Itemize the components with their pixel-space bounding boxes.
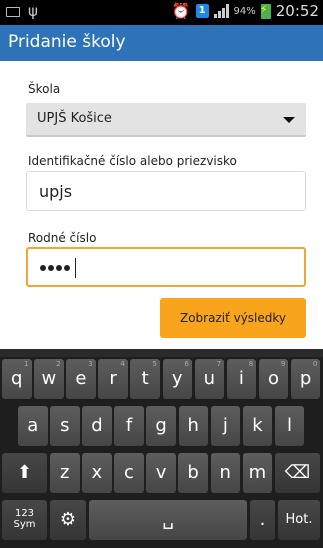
done-key[interactable]: Hot. — [278, 500, 320, 540]
alarm-icon: ⏰ — [171, 2, 191, 20]
shift-key[interactable]: ⬆ — [2, 453, 47, 493]
password-dots — [40, 265, 70, 271]
key-m[interactable]: m — [242, 453, 273, 493]
soft-keyboard: q 1 w 2 e 3 r 4 t 5 y 6 u 7 i 8 o 9 p 0 a s d f g h j k l ⬆ z x c v b n m ⌫ 12… — [0, 349, 323, 548]
key-y[interactable]: y6 — [162, 359, 192, 399]
key-d[interactable]: d — [82, 406, 112, 446]
key-r[interactable]: r4 — [98, 359, 128, 399]
battery-charging-icon — [260, 3, 271, 19]
dropdown-arrow-icon — [283, 117, 295, 123]
key-q[interactable]: q1 — [2, 359, 32, 399]
key-l[interactable]: l — [274, 406, 305, 446]
notification-badge: 1 — [195, 4, 209, 18]
birth-number-label: Rodné číslo — [28, 231, 97, 245]
period-key[interactable]: . — [250, 500, 275, 540]
id-label: Identifikačné číslo alebo priezvisko — [28, 154, 237, 168]
key-z[interactable]: z — [50, 453, 80, 493]
key-j[interactable]: j — [210, 406, 241, 446]
key-w[interactable]: w2 — [34, 359, 64, 399]
school-label: Škola — [28, 82, 61, 96]
id-input[interactable]: upjs — [26, 171, 306, 211]
key-p[interactable]: p0 — [290, 359, 321, 399]
show-results-button[interactable]: Zobraziť výsledky — [160, 298, 306, 338]
key-v[interactable]: v — [146, 453, 176, 493]
usb-icon: ψ — [28, 2, 38, 20]
key-s[interactable]: s — [50, 406, 80, 446]
text-cursor — [75, 258, 76, 278]
symbols-key[interactable]: 123 Sym — [2, 500, 47, 540]
status-bar: ψ ⏰ 1 94% 20:52 — [0, 0, 323, 25]
action-bar: Pridanie školy — [0, 25, 323, 61]
key-h[interactable]: h — [178, 406, 208, 446]
birth-number-input[interactable] — [26, 247, 306, 287]
key-f[interactable]: f — [114, 406, 144, 446]
key-x[interactable]: x — [82, 453, 112, 493]
key-g[interactable]: g — [146, 406, 176, 446]
add-school-form: Škola UPJŠ Košice Identifikačné číslo al… — [0, 61, 323, 349]
school-dropdown-value: UPJŠ Košice — [37, 111, 112, 126]
key-t[interactable]: t5 — [130, 359, 160, 399]
battery-percent: 94% — [233, 5, 256, 17]
key-b[interactable]: b — [178, 453, 208, 493]
id-input-value: upjs — [39, 182, 73, 201]
key-c[interactable]: c — [114, 453, 144, 493]
page-title: Pridanie školy — [8, 32, 126, 52]
key-u[interactable]: u7 — [194, 359, 225, 399]
key-a[interactable]: a — [18, 406, 48, 446]
space-key[interactable]: ␣ — [89, 500, 247, 540]
clock: 20:52 — [275, 2, 319, 20]
key-n[interactable]: n — [210, 453, 240, 493]
school-dropdown[interactable]: UPJŠ Košice — [26, 103, 306, 137]
signal-icon — [213, 4, 229, 18]
key-o[interactable]: o9 — [258, 359, 289, 399]
keyboard-notification-icon — [6, 6, 20, 17]
key-e[interactable]: e3 — [66, 359, 96, 399]
backspace-key[interactable]: ⌫ — [275, 453, 320, 493]
key-k[interactable]: k — [242, 406, 273, 446]
settings-key[interactable]: ⚙ — [50, 500, 86, 540]
key-i[interactable]: i8 — [226, 359, 257, 399]
